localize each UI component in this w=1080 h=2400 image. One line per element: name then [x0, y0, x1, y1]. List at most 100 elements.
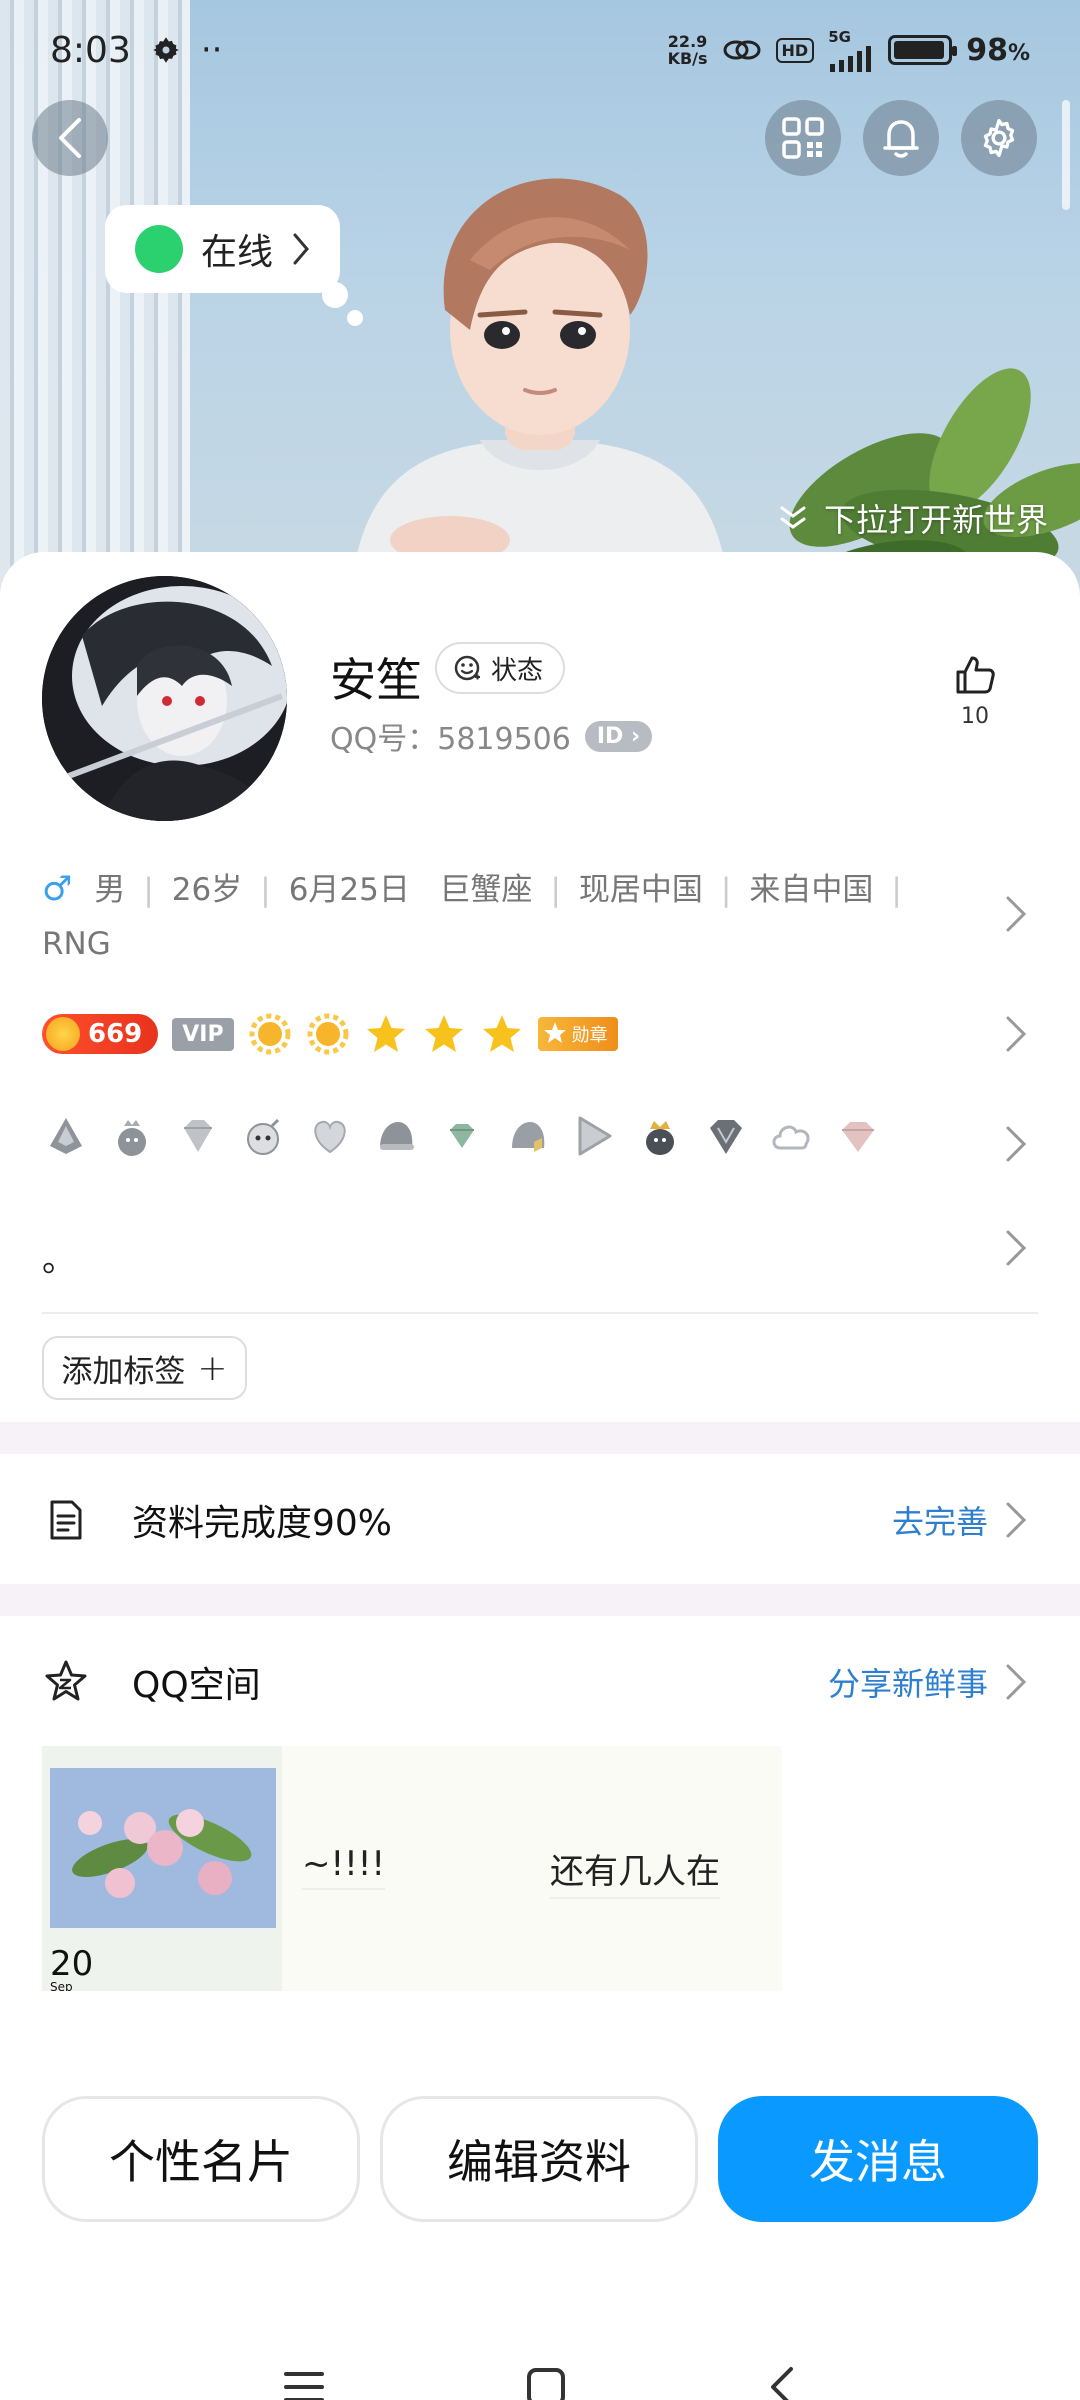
status-chip-button[interactable]: 状态 — [435, 642, 566, 694]
qr-code-button[interactable] — [765, 100, 841, 176]
star-level-icon — [482, 1015, 521, 1052]
vip-badge: VIP — [172, 1017, 234, 1051]
info-birthday: 6月25日 — [288, 872, 410, 908]
hd-badge: HD — [775, 37, 815, 63]
medal-star-icon — [543, 1022, 566, 1043]
play-icon — [578, 1116, 612, 1156]
section-separator — [0, 1422, 1080, 1454]
chevron-right-icon — [1006, 1664, 1027, 1700]
cloud-icon — [772, 1125, 810, 1150]
chevron-right-icon — [293, 233, 309, 265]
heart-icon — [314, 1120, 346, 1154]
penguin-shield-icon — [512, 1122, 545, 1152]
pink-diamond-icon — [842, 1122, 874, 1152]
avatar[interactable] — [42, 576, 287, 821]
flower-photo — [50, 1768, 276, 1928]
points-pill: 669 — [42, 1014, 159, 1054]
settings-status-icon — [153, 37, 179, 63]
qr-code-icon — [782, 117, 824, 159]
signal-indicator: 5G — [828, 28, 874, 72]
profile-completeness-row[interactable]: 资料完成度90% 去完善 — [0, 1460, 1080, 1580]
edit-profile-button[interactable]: 编辑资料 — [380, 2096, 698, 2222]
points-value: 669 — [88, 1019, 143, 1049]
qzone-thumbnail[interactable]: 20 Sep — [42, 1746, 282, 1991]
thumbnail-date: 20 Sep — [50, 1944, 93, 1991]
qzone-title: QQ空间 — [132, 1665, 261, 1706]
status-bar: 8:03 ·· 22.9 KB/s HD 5G 98% — [0, 0, 1080, 100]
basic-info[interactable]: ♂ 男 | 26岁 | 6月25日 巨蟹座 | 现居中国 | 来自中国 | RNG — [42, 862, 942, 971]
coin-icon — [46, 1017, 80, 1051]
male-icon: ♂ — [42, 869, 73, 909]
info-extra: RNG — [42, 926, 111, 962]
pull-down-hint[interactable]: 下拉打开新世界 — [778, 495, 1048, 541]
profile-card-button[interactable]: 个性名片 — [42, 2096, 360, 2222]
level-badges[interactable]: 669 VIP 勋章 — [42, 1012, 618, 1056]
system-navigation-bar — [0, 2332, 1080, 2400]
like-count: 10 — [961, 704, 989, 729]
menu-icon[interactable] — [283, 2369, 325, 2400]
penguin-armor-icon — [50, 1118, 82, 1154]
back-nav-icon[interactable] — [767, 2365, 797, 2400]
document-icon — [50, 1500, 82, 1540]
status-chip-label: 状态 — [491, 655, 544, 686]
qq-label: QQ号： — [330, 722, 438, 757]
chevron-right-icon — [1006, 1016, 1027, 1052]
chevron-left-icon — [59, 118, 81, 158]
avatar-image — [42, 576, 287, 821]
qzone-star-icon — [45, 1660, 87, 1701]
penguin-king-icon — [646, 1121, 674, 1155]
section-separator — [0, 1584, 1080, 1616]
network-speed: 22.9 KB/s — [668, 33, 708, 67]
chevron-right-icon — [1006, 1502, 1027, 1538]
diamond-icon — [184, 1120, 212, 1152]
bubble-tail-small — [347, 310, 363, 326]
emerald-icon — [450, 1124, 474, 1148]
info-residence: 现居中国 — [578, 872, 703, 908]
qzone-post[interactable]: 还有几人在 — [550, 1844, 720, 1899]
blossom-illustration — [50, 1768, 276, 1928]
settings-button[interactable] — [961, 100, 1037, 176]
like-button[interactable]: 10 — [945, 652, 1005, 729]
sun-level-icon — [249, 1013, 291, 1055]
black-diamond-icon — [710, 1120, 742, 1154]
status-time: 8:03 — [50, 29, 131, 71]
notification-button[interactable] — [863, 100, 939, 176]
qzone-post[interactable]: ~!!!! — [302, 1844, 386, 1890]
smile-status-icon — [454, 655, 480, 681]
info-age: 26岁 — [171, 872, 243, 908]
bell-icon — [883, 120, 919, 158]
id-badge[interactable]: ID › — [584, 720, 653, 752]
qzone-row[interactable]: QQ空间 分享新鲜事 — [0, 1622, 1080, 1742]
back-button[interactable] — [32, 100, 108, 176]
send-message-button[interactable]: 发消息 — [718, 2096, 1038, 2222]
profile-cover[interactable]: 8:03 ·· 22.9 KB/s HD 5G 98% 在线 下拉打开新世界 — [0, 0, 1080, 600]
qq-number-line[interactable]: QQ号：5819506 ID › — [330, 714, 653, 758]
bubble-tail — [322, 282, 348, 308]
penguin-crown-icon — [118, 1120, 146, 1156]
gear-icon — [983, 118, 1015, 158]
complete-profile-link[interactable]: 去完善 — [892, 1497, 988, 1543]
game-icons-row[interactable] — [42, 1112, 882, 1160]
penguin-helmet-icon — [380, 1122, 414, 1150]
star-level-icon — [424, 1015, 463, 1052]
profile-card: 安笙 状态 QQ号：5819506 ID › 10 ♂ 男 | 26岁 | 6月25日 … — [0, 552, 1080, 2400]
double-chevron-down-icon — [780, 506, 806, 529]
signal-bars-icon — [830, 46, 872, 72]
battery-percent: 98% — [966, 32, 1030, 68]
home-square-icon[interactable] — [525, 2366, 567, 2400]
battery-icon — [888, 35, 958, 65]
completeness-label: 资料完成度90% — [132, 1503, 393, 1544]
signature-text[interactable]: 。 — [42, 1232, 76, 1281]
online-status-label: 在线 — [201, 232, 274, 273]
status-extra: ·· — [200, 30, 223, 70]
info-hometown: 来自中国 — [749, 872, 874, 908]
add-tag-button[interactable]: 添加标签 + — [42, 1336, 247, 1400]
star-level-icon — [366, 1015, 405, 1052]
online-status-bubble[interactable]: 在线 — [105, 205, 340, 293]
online-dot-icon — [135, 225, 183, 273]
thumbnail-day: 20 — [50, 1944, 94, 1984]
share-news-link[interactable]: 分享新鲜事 — [828, 1659, 988, 1705]
bomb-face-icon — [247, 1118, 280, 1155]
link-icon — [723, 40, 761, 60]
qq-number: 5819506 — [437, 722, 571, 757]
